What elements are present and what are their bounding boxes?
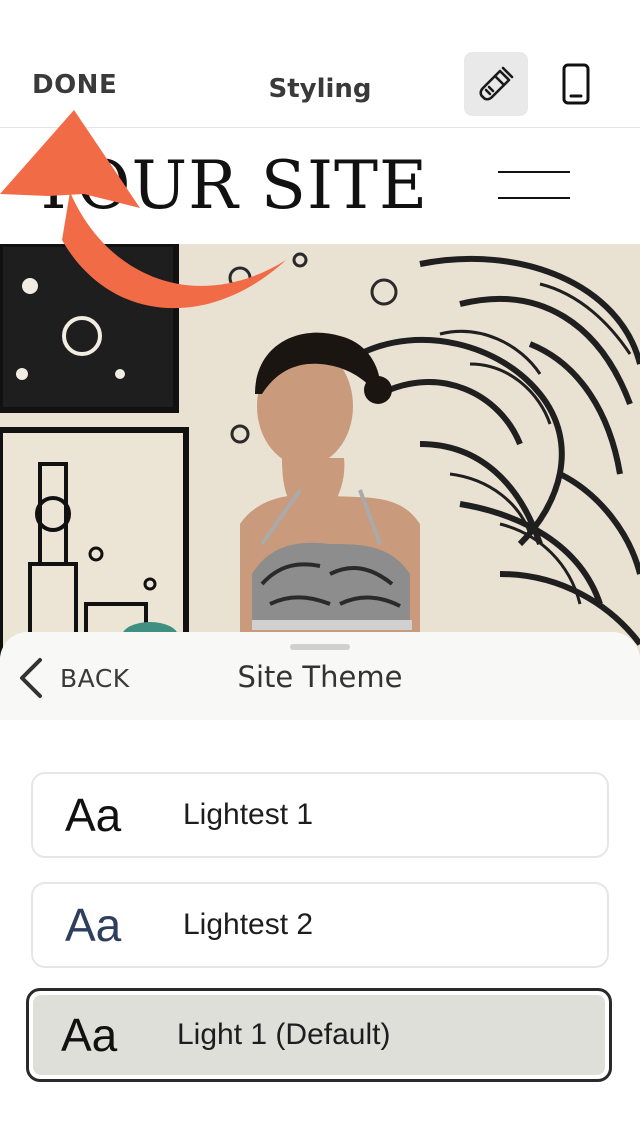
toolbar-title: Styling [268,74,372,104]
paintbrush-icon [479,66,514,101]
theme-label: Lightest 1 [183,798,314,831]
site-header: YOUR SITE [0,129,640,244]
sheet-header: BACK Site Theme [0,632,640,720]
mobile-preview-button[interactable] [552,52,600,116]
mobile-preview-icon [562,63,590,105]
hero-image [0,244,640,664]
theme-option-light-1-default[interactable]: Aa Light 1 (Default) [26,988,612,1082]
hamburger-menu-icon[interactable] [498,171,570,201]
site-logo[interactable]: YOUR SITE [0,147,460,224]
theme-label: Lightest 2 [183,908,314,941]
theme-option-lightest-2[interactable]: Aa Lightest 2 [31,882,609,968]
theme-option-lightest-1[interactable]: Aa Lightest 1 [31,772,609,858]
hero-photo [0,244,640,664]
theme-sample: Aa [65,899,122,951]
theme-option-content: Aa Lightest 2 [33,884,607,966]
sheet-title: Site Theme [237,660,403,694]
styling-button[interactable] [464,52,528,116]
top-toolbar: DONE Styling [0,0,640,128]
sheet-grabber[interactable] [290,644,350,650]
theme-sample: Aa [61,1009,118,1061]
theme-option-content: Aa Light 1 (Default) [33,995,605,1075]
theme-option-content: Aa Lightest 1 [33,774,607,856]
site-theme-sheet: BACK Site Theme Aa Lightest 1 Aa Lightes… [0,632,640,1136]
theme-sample: Aa [65,789,122,841]
styling-screen: DONE Styling YOUR SITE BACK Site Theme A… [0,0,640,1136]
theme-label: Light 1 (Default) [177,1018,391,1051]
